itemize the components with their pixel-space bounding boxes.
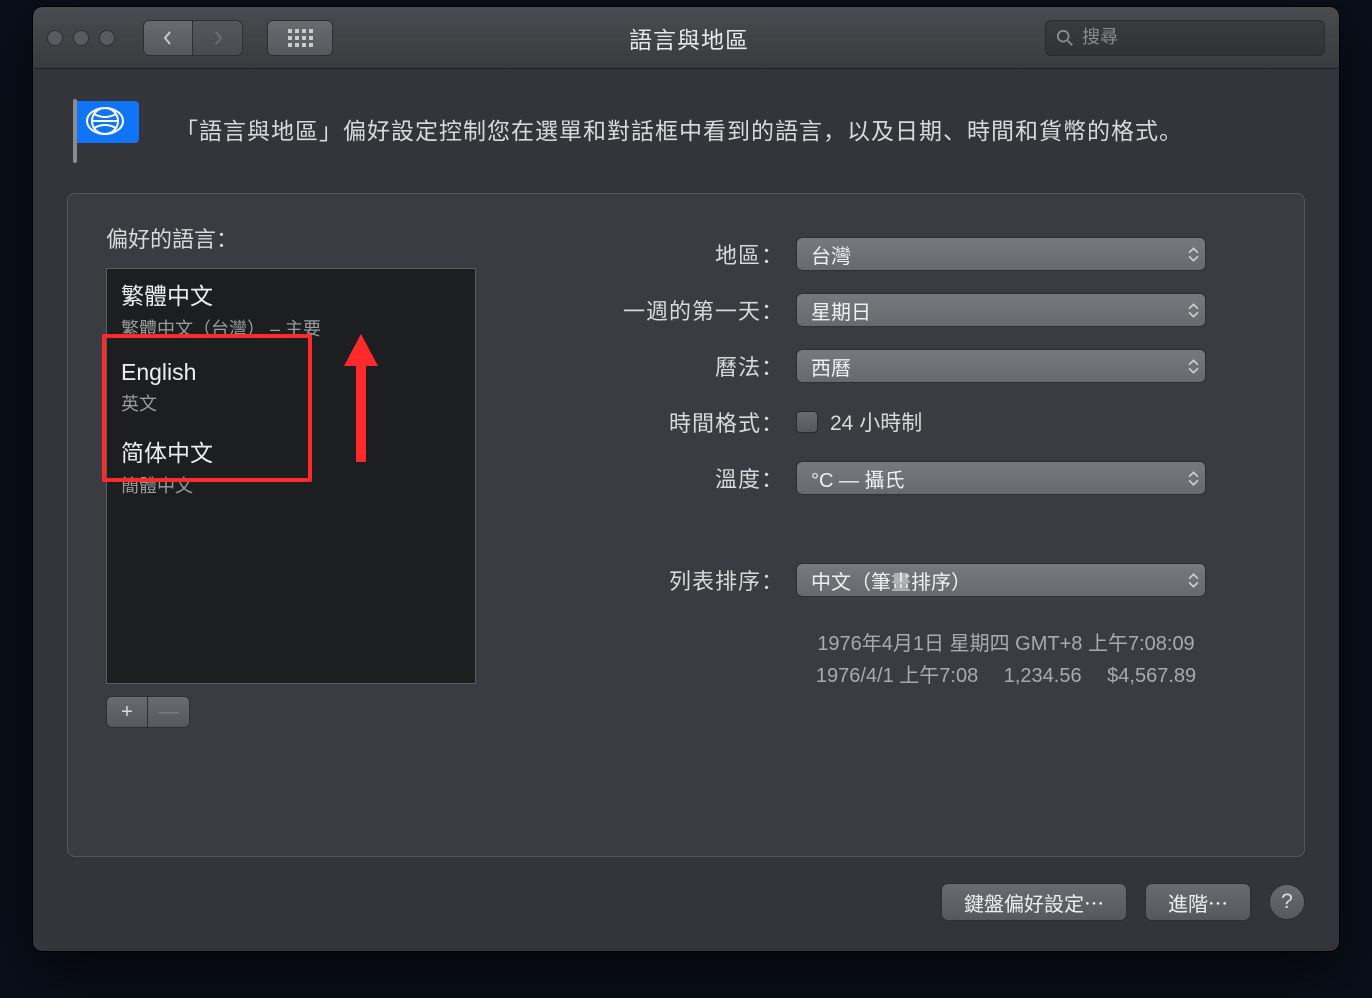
search-field[interactable] — [1045, 20, 1325, 56]
remove-language-button[interactable]: — — [148, 696, 190, 728]
forward-button[interactable] — [193, 20, 243, 56]
timeformat-label: 時間格式： — [556, 406, 796, 438]
preferences-window: 語言與地區 「語言與地區」偏好設定控制您在選單和對話框中看到的語言，以及日期 — [32, 6, 1340, 952]
footer-buttons: 鍵盤偏好設定⋯ 進階⋯ ? — [67, 883, 1305, 921]
chevron-left-icon — [161, 31, 175, 45]
close-window-button[interactable] — [47, 30, 63, 46]
heading-text: 「語言與地區」偏好設定控制您在選單和對話框中看到的語言，以及日期、時間和貨幣的格… — [175, 114, 1183, 149]
firstday-popup[interactable]: 星期日 — [796, 293, 1206, 327]
updown-icon — [1188, 247, 1199, 262]
24hour-text: 24 小時制 — [830, 407, 922, 437]
language-region-icon — [67, 95, 145, 167]
help-button[interactable]: ? — [1269, 884, 1305, 920]
region-value: 台灣 — [811, 240, 851, 269]
language-list[interactable]: 繁體中文 繁體中文（台灣） – 主要 English 英文 简体中文 簡體中文 — [106, 268, 476, 684]
language-item-sub: 英文 — [121, 390, 461, 416]
language-item-sub: 簡體中文 — [121, 472, 461, 498]
language-item-en[interactable]: English 英文 — [107, 351, 475, 426]
firstday-value: 星期日 — [811, 296, 871, 325]
zoom-window-button[interactable] — [99, 30, 115, 46]
nav-back-forward — [143, 20, 243, 56]
language-item-sub: 繁體中文（台灣） – 主要 — [121, 315, 461, 341]
24hour-checkbox[interactable] — [796, 411, 818, 433]
settings-panel: 偏好的語言： 繁體中文 繁體中文（台灣） – 主要 English 英文 简体中… — [67, 193, 1305, 857]
updown-icon — [1188, 359, 1199, 374]
heading: 「語言與地區」偏好設定控制您在選單和對話框中看到的語言，以及日期、時間和貨幣的格… — [67, 95, 1305, 167]
sortorder-popup[interactable]: 中文（筆畫排序） — [796, 563, 1206, 597]
search-icon — [1056, 29, 1074, 47]
traffic-lights — [47, 30, 115, 46]
search-input[interactable] — [1082, 27, 1314, 48]
preferred-languages-label: 偏好的語言： — [106, 222, 506, 254]
language-item-zh-cn[interactable]: 简体中文 簡體中文 — [107, 426, 475, 508]
calendar-popup[interactable]: 西曆 — [796, 349, 1206, 383]
sortorder-value: 中文（筆畫排序） — [811, 566, 971, 595]
chevron-right-icon — [211, 31, 225, 45]
region-popup[interactable]: 台灣 — [796, 237, 1206, 271]
example-line1: 1976年4月1日 星期四 GMT+8 上午7:08:09 — [796, 628, 1216, 660]
keyboard-prefs-button[interactable]: 鍵盤偏好設定⋯ — [941, 883, 1127, 921]
example-line2: 1976/4/1 上午7:08 1,234.56 $4,567.89 — [796, 660, 1216, 692]
advanced-button[interactable]: 進階⋯ — [1145, 883, 1251, 921]
firstday-label: 一週的第一天： — [556, 294, 796, 326]
back-button[interactable] — [143, 20, 193, 56]
content: 「語言與地區」偏好設定控制您在選單和對話框中看到的語言，以及日期、時間和貨幣的格… — [33, 69, 1339, 951]
temperature-label: 溫度： — [556, 462, 796, 494]
add-language-button[interactable]: + — [106, 696, 148, 728]
updown-icon — [1188, 573, 1199, 588]
language-item-name: 繁體中文 — [121, 277, 461, 311]
format-settings: 地區： 台灣 一週的第一天： 星期日 曆法： — [556, 222, 1266, 828]
window-title: 語言與地區 — [343, 21, 1035, 55]
language-item-name: English — [121, 359, 461, 386]
grid-icon — [288, 29, 313, 47]
show-all-button[interactable] — [267, 20, 333, 56]
temperature-popup[interactable]: °C — 攝氏 — [796, 461, 1206, 495]
region-label: 地區： — [556, 238, 796, 270]
calendar-label: 曆法： — [556, 350, 796, 382]
temperature-value: °C — 攝氏 — [811, 464, 905, 493]
format-example: 1976年4月1日 星期四 GMT+8 上午7:08:09 1976/4/1 上… — [796, 628, 1216, 692]
sortorder-label: 列表排序： — [556, 564, 796, 596]
updown-icon — [1188, 303, 1199, 318]
calendar-value: 西曆 — [811, 352, 851, 381]
add-remove-buttons: + — — [106, 696, 506, 728]
language-item-name: 简体中文 — [121, 434, 461, 468]
updown-icon — [1188, 471, 1199, 486]
language-item-zh-tw[interactable]: 繁體中文 繁體中文（台灣） – 主要 — [107, 269, 475, 351]
minimize-window-button[interactable] — [73, 30, 89, 46]
preferred-languages-section: 偏好的語言： 繁體中文 繁體中文（台灣） – 主要 English 英文 简体中… — [106, 222, 506, 828]
titlebar: 語言與地區 — [33, 7, 1339, 69]
